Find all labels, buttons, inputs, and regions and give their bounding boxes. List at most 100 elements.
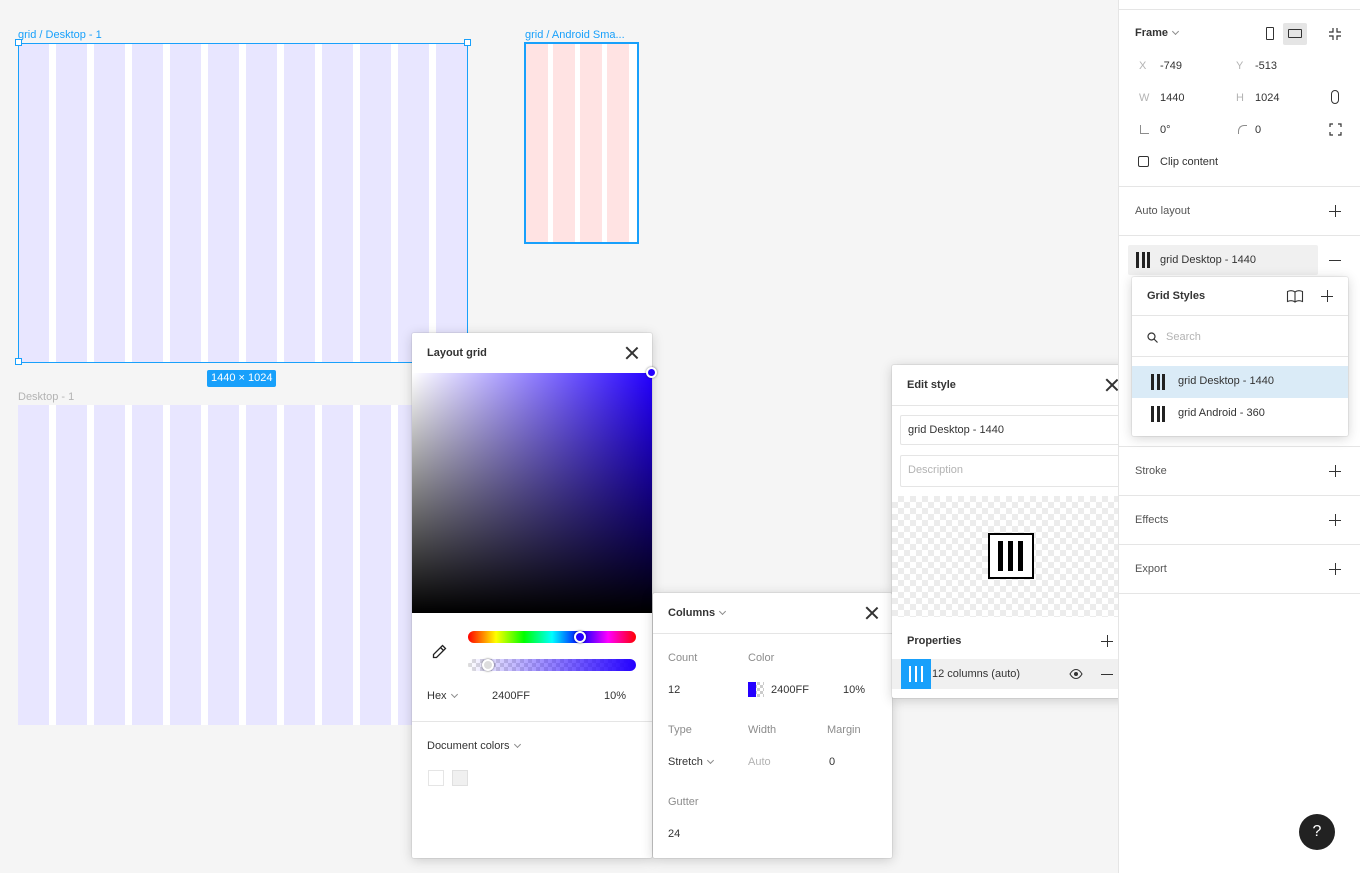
chevron-down-icon (450, 690, 458, 699)
type-select[interactable]: Stretch (668, 756, 714, 768)
divider (1119, 9, 1360, 10)
divider (1119, 544, 1360, 545)
document-color-swatch-white[interactable] (428, 770, 444, 786)
type-label: Type (668, 724, 692, 736)
stroke-label: Stroke (1135, 465, 1167, 477)
add-export-plus-icon[interactable] (1329, 563, 1341, 575)
h-input[interactable]: 1024 (1255, 92, 1279, 104)
opacity-slider-handle[interactable] (482, 659, 494, 671)
property-label: 12 columns (auto) (932, 668, 1021, 680)
y-input[interactable]: -513 (1255, 60, 1277, 72)
grid-column (56, 43, 87, 363)
add-stroke-plus-icon[interactable] (1329, 465, 1341, 477)
type-value: Stretch (668, 756, 703, 768)
columns-type-dropdown[interactable]: Columns (668, 607, 727, 619)
resize-handle-top-left[interactable] (15, 39, 22, 46)
grid-column (132, 405, 163, 725)
close-icon[interactable] (865, 606, 879, 620)
chevron-down-icon (706, 756, 714, 765)
constrain-proportions-icon[interactable] (1331, 90, 1339, 104)
hex-input[interactable]: 2400FF (492, 690, 530, 702)
close-icon[interactable] (1105, 378, 1119, 392)
columns-title: Columns (668, 607, 716, 619)
resize-handle-bottom-left[interactable] (15, 358, 22, 365)
gutter-label: Gutter (668, 796, 699, 808)
frame-desktop[interactable] (18, 405, 412, 725)
eyedropper-icon[interactable] (430, 643, 448, 661)
property-row[interactable]: 12 columns (auto) (892, 659, 1132, 689)
export-label: Export (1135, 563, 1167, 575)
style-preview-area (892, 496, 1132, 617)
resize-handle-top-right[interactable] (464, 39, 471, 46)
library-book-icon[interactable] (1286, 289, 1304, 303)
color-hex-input[interactable]: 2400FF (771, 684, 809, 696)
remove-property-minus-icon[interactable] (1101, 668, 1113, 680)
margin-input[interactable]: 0 (829, 756, 835, 768)
count-input[interactable]: 12 (668, 684, 680, 696)
color-picker-handle[interactable] (646, 367, 657, 378)
document-colors-dropdown[interactable]: Document colors (427, 740, 521, 752)
frame-label-desktop-grid[interactable]: grid / Desktop - 1 (18, 28, 218, 42)
color-mode-select[interactable]: Hex (427, 690, 458, 702)
rotation-input[interactable]: 0° (1160, 124, 1171, 136)
divider (1119, 446, 1360, 447)
style-description-input[interactable]: Description (900, 455, 1124, 487)
frame-grid-desktop[interactable] (18, 43, 468, 363)
grid-style-icon (1136, 252, 1150, 268)
grid-column (208, 405, 239, 725)
radius-input[interactable]: 0 (1255, 124, 1261, 136)
style-name-input[interactable]: grid Desktop - 1440 (900, 415, 1124, 445)
hue-slider-handle[interactable] (574, 631, 586, 643)
w-input[interactable]: 1440 (1160, 92, 1184, 104)
frame-label-desktop[interactable]: Desktop - 1 (18, 390, 218, 404)
color-swatch[interactable] (748, 682, 764, 697)
grid-preview-icon (988, 533, 1034, 579)
grid-style-item[interactable]: grid Desktop - 1440 (1132, 366, 1348, 398)
add-property-plus-icon[interactable] (1101, 635, 1113, 647)
grid-column (322, 43, 353, 363)
h-label: H (1236, 92, 1244, 104)
grid-column (18, 405, 49, 725)
opacity-input[interactable]: 10% (604, 690, 626, 702)
x-input[interactable]: -749 (1160, 60, 1182, 72)
add-auto-layout-plus-icon[interactable] (1329, 205, 1341, 217)
grid-column (18, 43, 49, 363)
frame-grid-android[interactable] (524, 42, 639, 244)
grid-styles-title: Grid Styles (1147, 290, 1206, 302)
add-effect-plus-icon[interactable] (1329, 514, 1341, 526)
hue-slider[interactable] (468, 631, 636, 643)
independent-corners-icon[interactable] (1329, 123, 1342, 136)
applied-grid-style[interactable]: grid Desktop - 1440 (1128, 245, 1318, 275)
grid-column (284, 43, 315, 363)
grid-column (526, 44, 548, 242)
remove-grid-minus-icon[interactable] (1329, 254, 1341, 266)
grid-column (398, 405, 412, 725)
divider (412, 721, 652, 722)
portrait-icon[interactable] (1266, 27, 1274, 40)
eye-icon[interactable] (1069, 668, 1083, 680)
create-grid-style-plus-icon[interactable] (1321, 290, 1333, 302)
width-input[interactable]: Auto (748, 756, 771, 768)
saturation-brightness-area[interactable] (412, 373, 652, 613)
gutter-input[interactable]: 24 (668, 828, 680, 840)
color-mode-label: Hex (427, 690, 447, 702)
grid-column (607, 44, 629, 242)
fit-frame-icon[interactable] (1328, 27, 1342, 41)
chevron-down-icon (513, 740, 521, 749)
help-button[interactable]: ? (1299, 814, 1335, 850)
chevron-down-icon (1171, 27, 1180, 36)
document-color-swatch-gray[interactable] (452, 770, 468, 786)
columns-grid-icon[interactable] (901, 659, 931, 689)
landscape-button[interactable] (1283, 23, 1307, 45)
grid-style-icon (1151, 406, 1165, 422)
frame-type-dropdown[interactable]: Frame (1135, 27, 1180, 39)
frame-label-android-grid[interactable]: grid / Android Sma... (525, 28, 637, 42)
grid-styles-search-input[interactable]: Search (1166, 331, 1201, 343)
document-colors-label: Document colors (427, 740, 510, 752)
grid-style-item[interactable]: grid Android - 360 (1132, 398, 1348, 430)
divider (653, 633, 892, 634)
clip-content-checkbox[interactable] (1138, 156, 1149, 167)
color-opacity-input[interactable]: 10% (843, 684, 865, 696)
close-icon[interactable] (625, 346, 639, 360)
grid-column (208, 43, 239, 363)
